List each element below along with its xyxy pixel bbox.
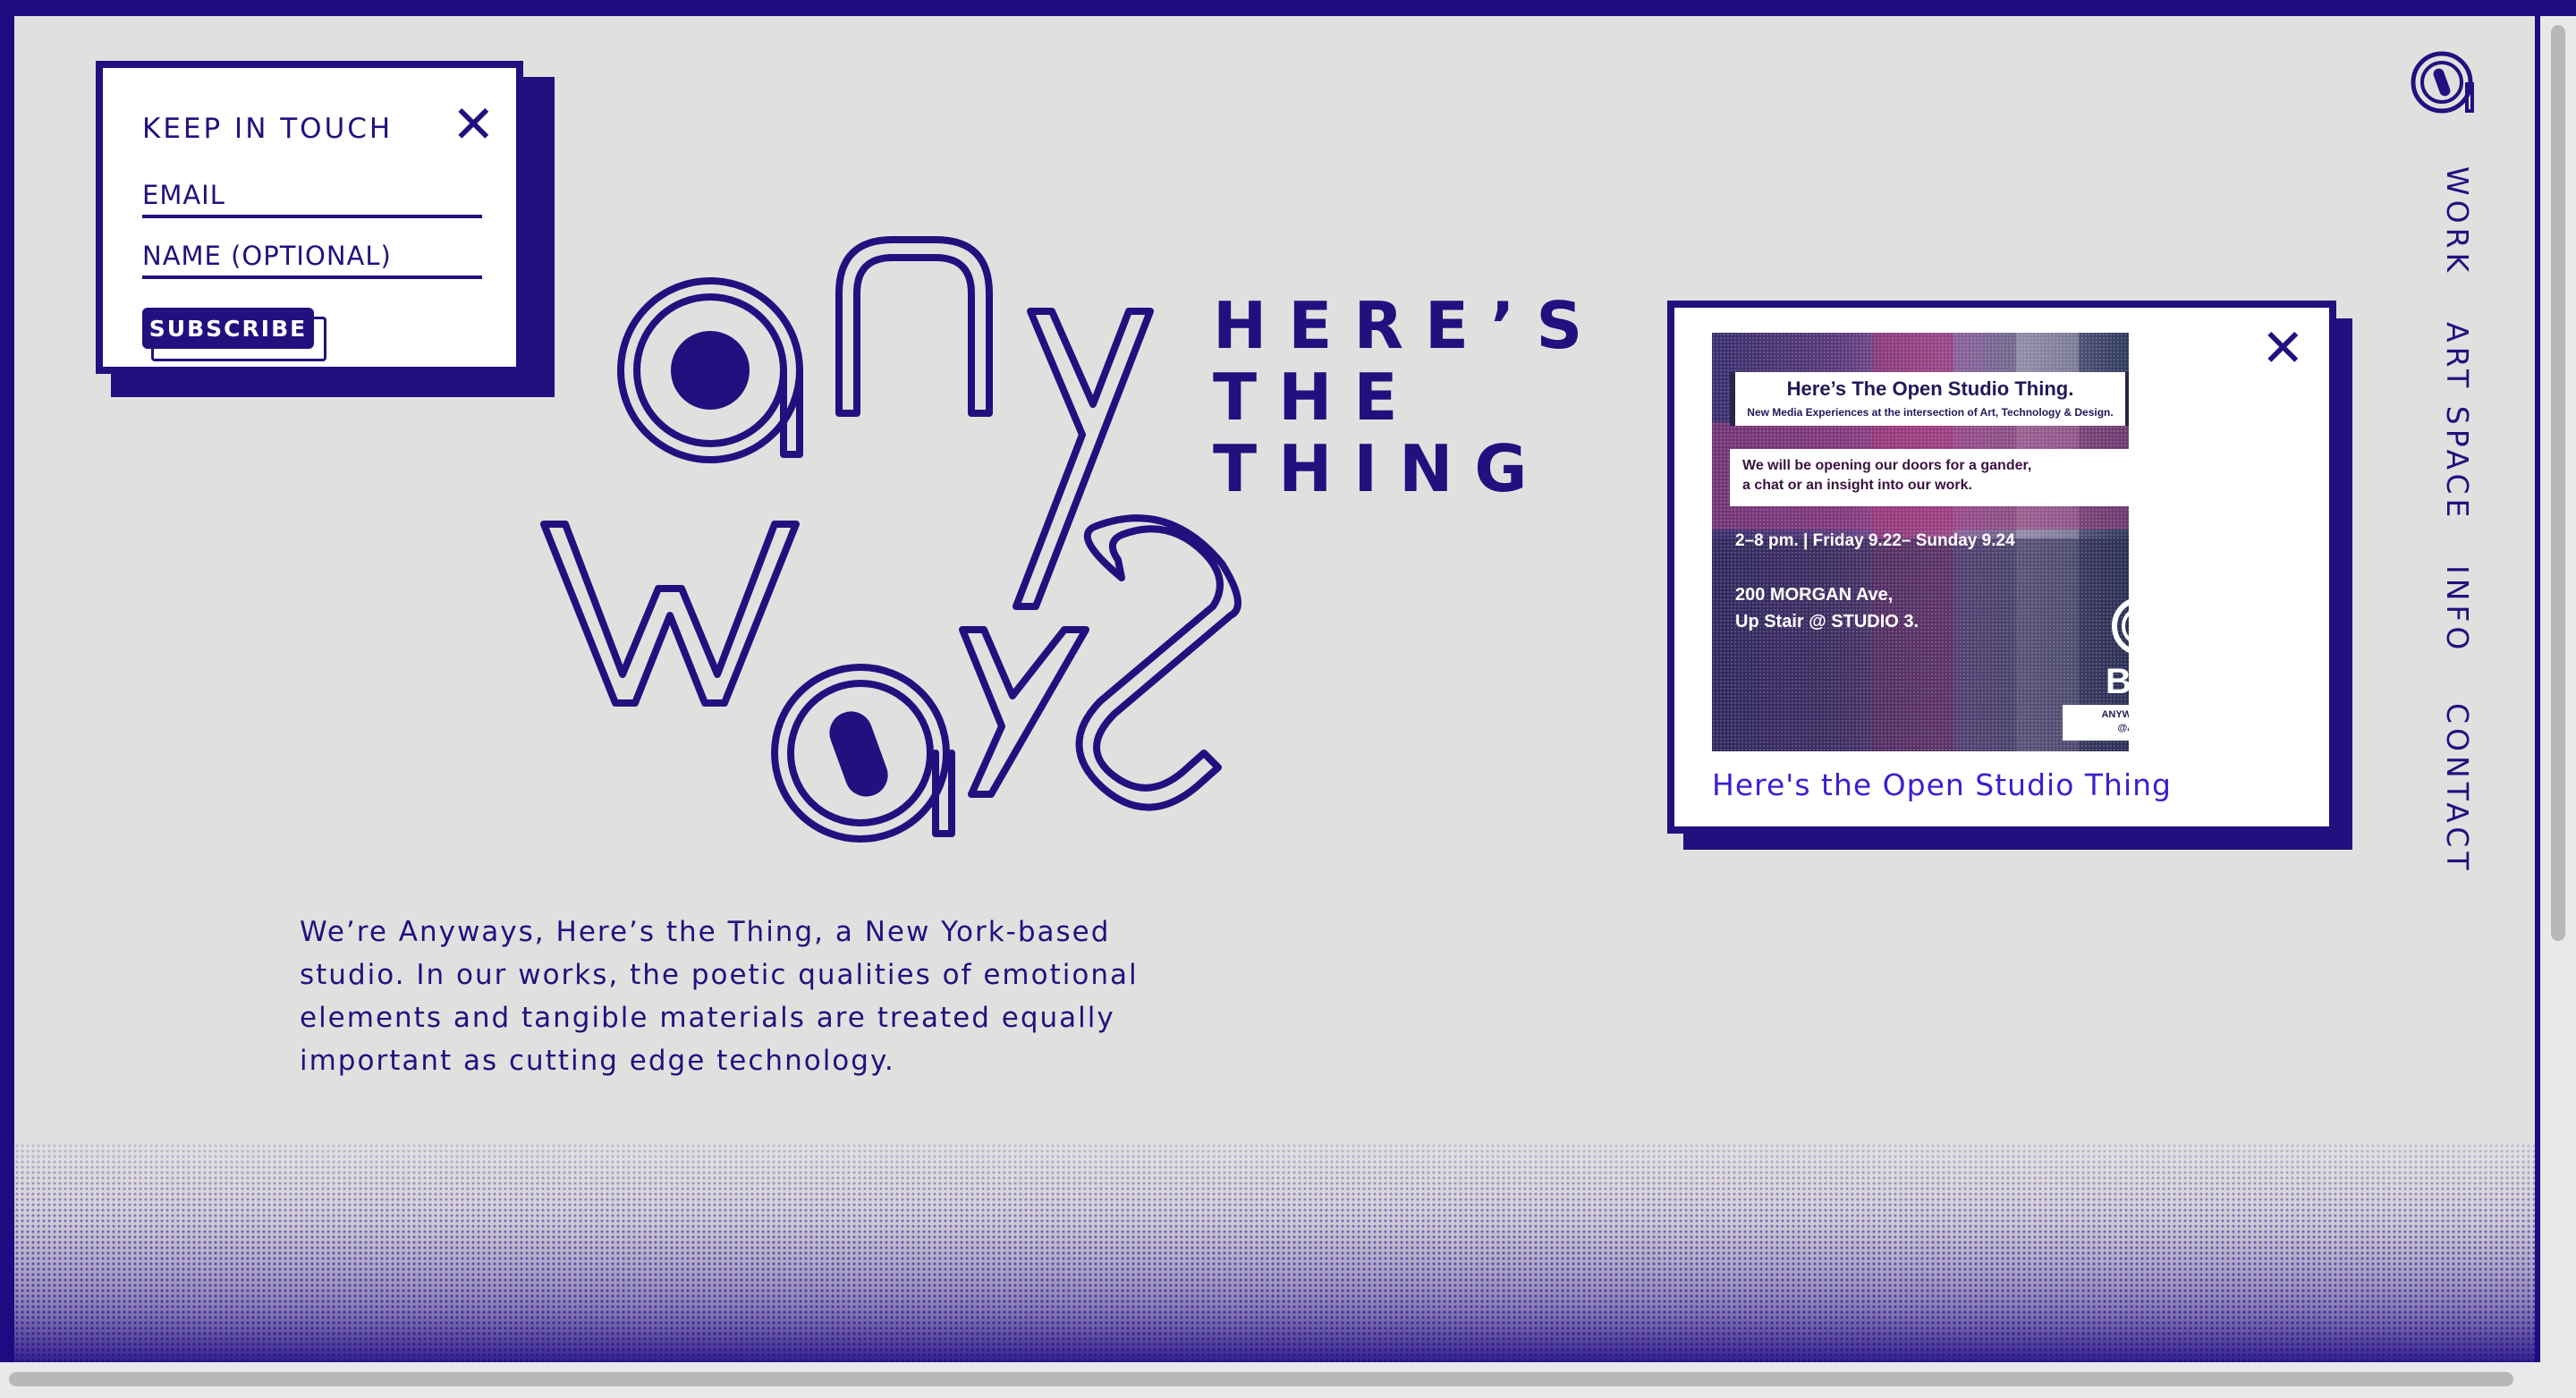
nav-item-contact[interactable]: CONTACT [2440, 703, 2475, 875]
tagline-line: HERE’S [1213, 288, 1605, 363]
newsletter-card: KEEP IN TOUCH ✕ SUBSCRIBE [96, 61, 523, 374]
name-field[interactable] [142, 236, 482, 279]
event-caption-link[interactable]: Here's the Open Studio Thing [1712, 767, 2172, 802]
anyways-logo-icon [2112, 599, 2129, 653]
poster-url-line: ANYWAYSNYC.COM [2101, 709, 2129, 720]
logo-letter-a2 [771, 664, 955, 843]
poster-invite-line: We will be opening our doors for a gande… [1742, 458, 2032, 473]
logo-letter-y2 [959, 626, 1089, 798]
event-poster[interactable]: Here’s The Open Studio Thing. New Media … [1712, 333, 2129, 751]
poster-title-box: Here’s The Open Studio Thing. New Media … [1730, 372, 2129, 426]
event-card: Here’s The Open Studio Thing. New Media … [1667, 301, 2336, 834]
subscribe-button[interactable]: SUBSCRIBE [142, 308, 314, 349]
nav-item-work[interactable]: WORK [2440, 166, 2475, 276]
newsletter-title: KEEP IN TOUCH [142, 113, 394, 145]
poster-address-line: Up Stair @ STUDIO 3. [1735, 612, 1919, 631]
nav-item-art-space[interactable]: ART SPACE [2440, 322, 2475, 521]
poster-invite-line: a chat or an insight into our work. [1742, 478, 1972, 493]
logo-letter-y [1013, 308, 1154, 610]
logo-letter-w [540, 521, 800, 707]
poster-subtitle: New Media Experiences at the intersectio… [1747, 406, 2114, 419]
tagline-line: THE [1213, 360, 1419, 435]
poster-title: Here’s The Open Studio Thing. [1786, 377, 2074, 400]
nav-item-info[interactable]: INFO [2440, 565, 2475, 654]
anyways-logo [540, 236, 1241, 843]
logo-tagline: HERE’S THE THING [1213, 290, 1604, 504]
logo-letter-s [1075, 514, 1241, 811]
anyways-nav-logo-icon[interactable] [2406, 47, 2478, 118]
poster-url: ANYWAYSNYC.COM @ANYWAYSNYC [2063, 705, 2129, 741]
horizontal-scrollbar-thumb[interactable] [9, 1372, 2513, 1386]
poster-address: 200 MORGAN Ave, Up Stair @ STUDIO 3. [1735, 581, 1919, 635]
email-field[interactable] [142, 175, 482, 218]
logo-letter-a [617, 277, 803, 463]
poster-partner: BOS [2106, 662, 2129, 701]
poster-invite-box: We will be opening our doors for a gande… [1730, 449, 2129, 506]
poster-address-line: 200 MORGAN Ave, [1735, 585, 1894, 605]
vertical-scrollbar-thumb[interactable] [2551, 25, 2565, 941]
poster-when: 2–8 pm. | Friday 9.22– Sunday 9.24 [1735, 531, 2015, 550]
logo-letter-n [835, 236, 993, 417]
close-icon[interactable]: ✕ [2261, 322, 2305, 374]
poster-url-line: @ANYWAYSNYC [2117, 723, 2129, 733]
tagline-line: THING [1213, 431, 1549, 506]
close-icon[interactable]: ✕ [452, 98, 496, 150]
intro-paragraph: We’re Anyways, Here’s the Thing, a New Y… [300, 916, 1139, 1077]
